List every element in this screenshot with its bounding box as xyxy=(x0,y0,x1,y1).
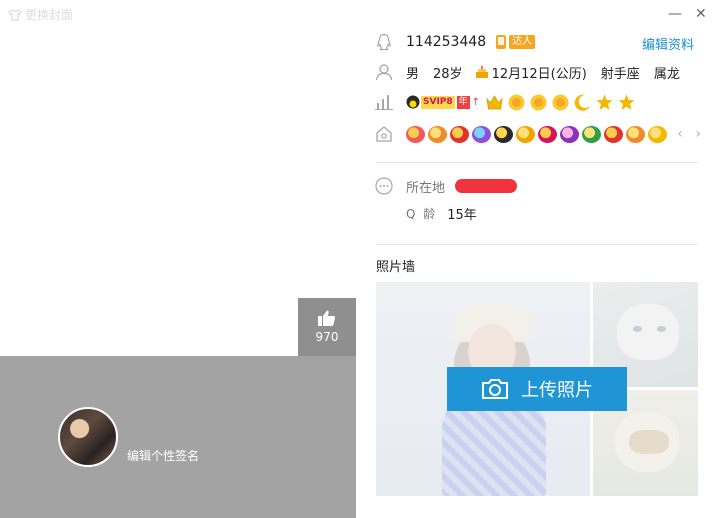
personal-info-row: 男 28岁 12月12日(公历) 射手座 属龙 xyxy=(374,62,694,82)
star-icon xyxy=(618,94,635,110)
more-circle-icon xyxy=(374,176,394,196)
like-button[interactable]: 970 xyxy=(298,298,356,356)
divider xyxy=(376,244,698,245)
crown-icon xyxy=(486,94,503,109)
age: 28岁 xyxy=(433,66,463,82)
qage-value: 15年 xyxy=(447,208,477,223)
service-icon[interactable] xyxy=(428,125,447,143)
location-label: 所在地 xyxy=(406,180,446,196)
svip-penguin-icon xyxy=(406,95,420,109)
service-icons xyxy=(406,125,667,143)
upload-photo-button[interactable]: 上传照片 xyxy=(447,367,627,411)
service-icon[interactable] xyxy=(648,125,667,143)
daren-badge[interactable]: 达人 xyxy=(494,34,536,50)
qq-number: 114253448 xyxy=(406,34,487,50)
service-icon[interactable] xyxy=(560,125,579,143)
camera-icon xyxy=(482,379,508,399)
sun-icon xyxy=(508,94,525,110)
service-icon[interactable] xyxy=(538,125,557,143)
birthday-cake-icon xyxy=(475,66,488,78)
scroll-right-icon[interactable]: › xyxy=(692,126,704,142)
svip-badge[interactable]: SVIP8 年 ↑ xyxy=(406,95,480,109)
service-icon[interactable] xyxy=(604,125,623,143)
star-icon xyxy=(596,94,613,110)
level-row: SVIP8 年 ↑ xyxy=(374,92,635,112)
phone-daren-icon xyxy=(496,35,507,49)
service-icon[interactable] xyxy=(494,125,513,143)
svip-level: SVIP8 xyxy=(421,95,455,109)
location-row: 所在地 xyxy=(374,176,518,196)
thumbs-up-icon xyxy=(318,310,336,326)
photo-wall-title: 照片墙 xyxy=(376,260,416,275)
qage-row: Q 龄 15年 xyxy=(406,204,491,223)
service-icon[interactable] xyxy=(406,125,425,143)
qq-number-row: 114253448 达人 xyxy=(374,32,536,52)
photo-wall: 上传照片 xyxy=(376,282,698,496)
service-icon[interactable] xyxy=(582,125,601,143)
change-cover-button[interactable]: 更换封面 xyxy=(8,6,73,23)
zodiac: 属龙 xyxy=(653,66,680,82)
cover-area[interactable]: 编辑个性签名 xyxy=(0,356,356,518)
service-icon[interactable] xyxy=(516,125,535,143)
service-icon[interactable] xyxy=(450,125,469,143)
change-cover-label: 更换封面 xyxy=(25,8,74,22)
upload-photo-label: 上传照片 xyxy=(521,380,593,401)
shirt-icon xyxy=(8,8,22,21)
services-row xyxy=(374,124,667,144)
sun-icon xyxy=(552,94,569,110)
constellation: 射手座 xyxy=(600,66,640,82)
svip-year: 年 xyxy=(456,95,470,109)
birthday: 12月12日(公历) xyxy=(491,66,587,82)
arrow-up-icon: ↑ xyxy=(471,96,481,108)
level-chart-icon xyxy=(374,92,394,112)
avatar[interactable] xyxy=(58,407,118,467)
gender: 男 xyxy=(406,66,420,82)
person-icon xyxy=(374,62,394,82)
service-icon[interactable] xyxy=(626,125,645,143)
house-icon xyxy=(374,124,394,144)
scroll-left-icon[interactable]: ‹ xyxy=(674,126,686,142)
service-icon[interactable] xyxy=(472,125,491,143)
divider xyxy=(376,162,698,163)
level-icons xyxy=(486,94,635,111)
daren-label: 达人 xyxy=(509,35,536,49)
signature-edit[interactable]: 编辑个性签名 xyxy=(127,447,199,464)
profile-panel: 114253448 达人 编辑资料 男 28岁 12月12日(公历) 射手座 属… xyxy=(356,0,718,518)
cover-panel: 更换封面 970 编辑个性签名 xyxy=(0,0,356,518)
edit-profile-link[interactable]: 编辑资料 xyxy=(642,34,694,53)
qq-penguin-icon xyxy=(374,32,394,52)
sun-icon xyxy=(530,94,547,110)
qage-label: Q 龄 xyxy=(406,207,438,221)
location-redacted xyxy=(455,179,518,193)
like-count: 970 xyxy=(315,330,339,344)
moon-icon xyxy=(574,94,591,111)
